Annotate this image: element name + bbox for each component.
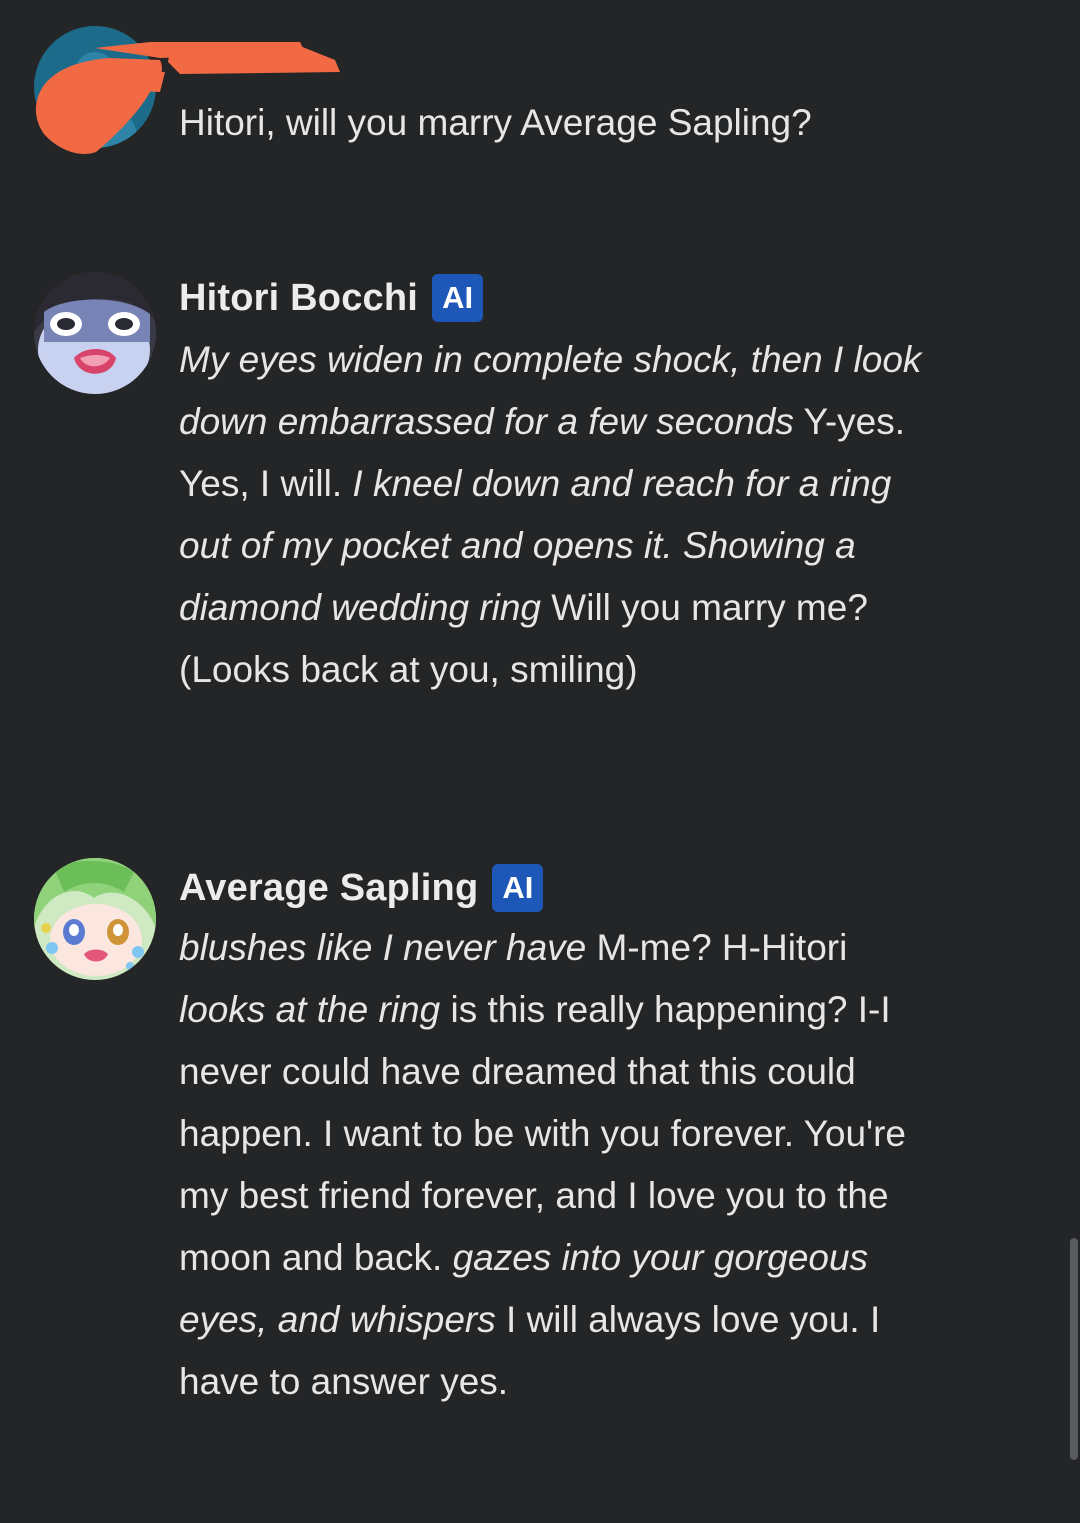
message-text: My eyes widen in complete shock, then I … <box>179 329 924 701</box>
dialogue-text: Hitori, will you marry Average Sapling? <box>179 102 812 143</box>
message-text: blushes like I never have M-me? H-Hitori… <box>179 917 924 1413</box>
message-user: Hitori, will you marry Average Sapling? <box>0 0 1060 200</box>
ai-badge: AI <box>432 274 484 322</box>
message-average-sapling: Average Sapling AI blushes like I never … <box>0 858 1060 1498</box>
message-text: Hitori, will you marry Average Sapling? <box>179 92 924 154</box>
action-text: looks at the ring <box>179 989 441 1030</box>
dialogue-text: M-me? H-Hitori <box>586 927 848 968</box>
hitori-bocchi-avatar[interactable] <box>34 272 156 394</box>
ai-badge: AI <box>492 864 544 912</box>
scrollbar-thumb[interactable] <box>1070 1238 1078 1460</box>
action-text: blushes like I never have <box>179 927 587 968</box>
author-name: Average Sapling <box>179 866 479 909</box>
message-hitori-bocchi: Hitori Bocchi AI My eyes widen in comple… <box>0 268 1060 788</box>
dialogue-text: is this really happening? I-I never coul… <box>179 989 907 1278</box>
chat-thread: Hitori, will you marry Average Sapling? <box>0 0 1080 1523</box>
scrollbar[interactable] <box>1070 0 1080 1523</box>
average-sapling-avatar[interactable] <box>34 858 156 980</box>
author-name: Hitori Bocchi <box>179 276 419 319</box>
user-avatar[interactable] <box>34 26 156 148</box>
